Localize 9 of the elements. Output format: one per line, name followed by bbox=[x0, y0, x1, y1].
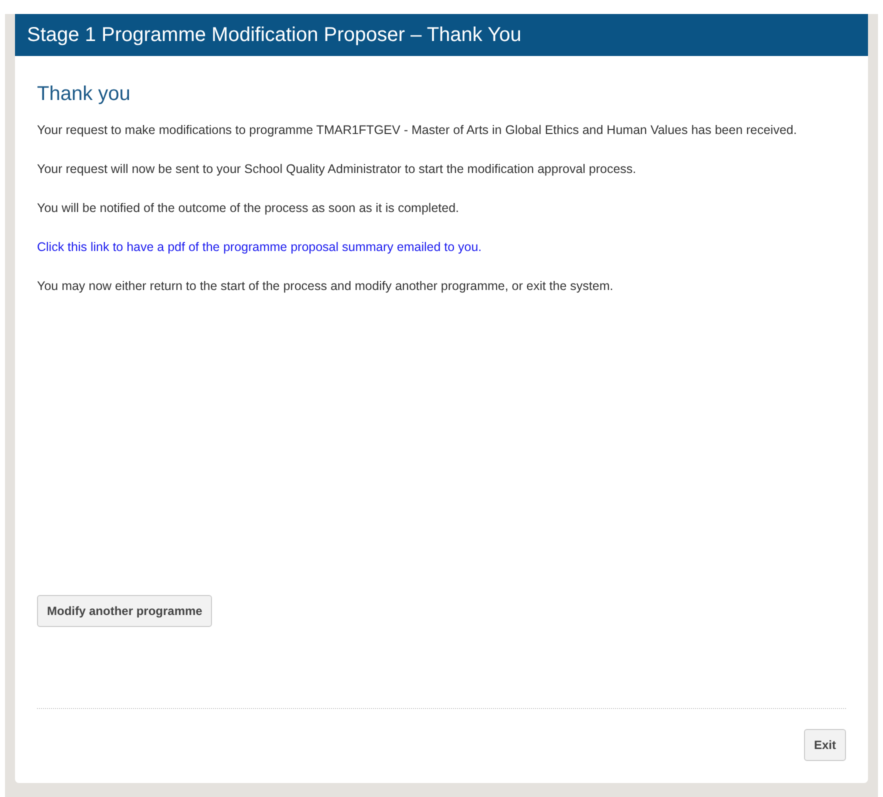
heading: Thank you bbox=[37, 83, 132, 106]
modify-another-button[interactable]: Modify another programme bbox=[37, 595, 212, 627]
paragraph: Your request will now be sent to your School Quality Administrator to start the modification approval process. bbox=[37, 161, 638, 178]
exit-button[interactable]: Exit bbox=[804, 729, 846, 761]
paragraph: You may now either return to the start of the process and modify another programme, or exit the system. bbox=[37, 278, 614, 295]
email-pdf-link[interactable]: Click this link to have a pdf of the programme proposal summary emailed to you. bbox=[37, 240, 482, 254]
page-title: Stage 1 Programme Modification Proposer – Thank You bbox=[27, 24, 522, 46]
paragraph: Your request to make modifications to programme TMAR1FTGEV - Master of Arts in Global Ethics and Human Values has been received. bbox=[37, 122, 798, 139]
paragraph: You will be notified of the outcome of the process as soon as it is completed. bbox=[37, 200, 460, 217]
